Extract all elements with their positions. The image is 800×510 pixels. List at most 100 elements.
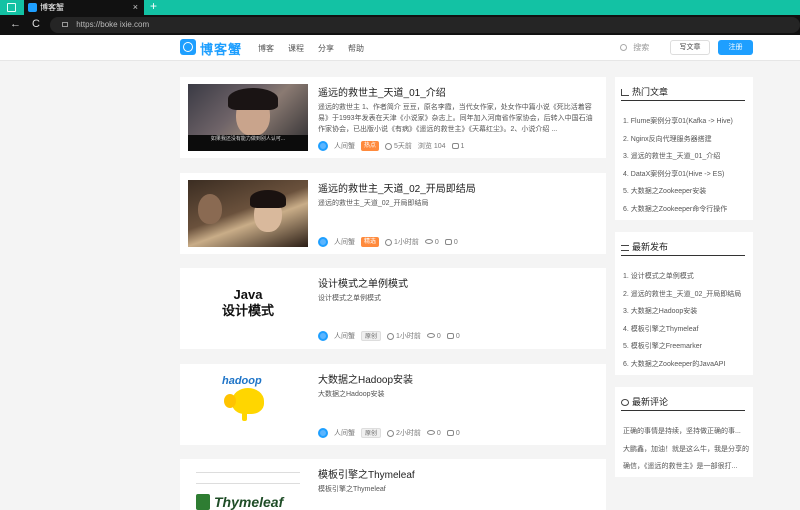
back-icon[interactable]: ← — [10, 18, 21, 30]
url-field[interactable]: https://boke ixie.com — [50, 17, 800, 33]
reload-icon[interactable]: C — [32, 18, 40, 30]
eye-icon — [424, 239, 433, 245]
window-menu-icon[interactable] — [7, 3, 16, 12]
logo-icon[interactable] — [180, 39, 196, 55]
latest-comments-panel: 最新评论 正确的事情是持续，坚持做正确的事... 大鹏鑫，加油！就是这么牛，我是… — [615, 387, 753, 477]
list-item[interactable]: 大鹏鑫，加油！就是这么牛，我是分享的... — [623, 441, 749, 459]
comment-icon — [451, 142, 459, 149]
divider — [621, 255, 745, 256]
author-name[interactable]: 人间蟹 — [334, 237, 355, 247]
thumbnail-figure — [198, 194, 222, 224]
register-button[interactable]: 注册 — [718, 40, 753, 55]
list-item[interactable]: 2. 遥远的救世主_天道_02_开局即结局 — [623, 286, 749, 304]
list-item[interactable]: 4. 模板引擎之Thymeleaf — [623, 321, 749, 339]
article-title[interactable]: 遥远的救世主_天道_01_介绍 — [318, 84, 446, 99]
eye-icon — [426, 333, 435, 339]
panel-title: 热门文章 — [621, 85, 668, 98]
article-title[interactable]: 遥远的救世主_天道_02_开局即结局 — [318, 180, 476, 195]
list-item[interactable]: 6. 大数据之Zookeeper的JavaAPI — [623, 356, 749, 374]
panel-title: 最新评论 — [621, 395, 668, 408]
status-badge: 精选 — [361, 237, 380, 247]
article-card[interactable]: hadoop 大数据之Hadoop安装 大数据之Hadoop安装 人间蟹 原创 … — [180, 364, 606, 445]
article-thumbnail[interactable]: Thymeleaf — [188, 466, 308, 510]
list-item[interactable]: 确信，《遥远的救世主》是一部很打... — [623, 458, 749, 476]
logo-text[interactable]: 博客蟹 — [200, 39, 242, 58]
article-card[interactable]: Thymeleaf 模板引擎之Thymeleaf 模板引擎之Thymeleaf — [180, 459, 606, 510]
hadoop-logo-text: hadoop — [222, 375, 262, 387]
status-badge: 热点 — [361, 141, 380, 151]
avatar[interactable] — [318, 237, 328, 247]
list-item[interactable]: 正确的事情是持续，坚持做正确的事... — [623, 423, 749, 441]
list-item[interactable]: 2. Nginx反向代理服务器搭建 — [623, 131, 749, 149]
list-icon — [621, 244, 629, 251]
list-item[interactable]: 4. DataX案例分享01(Hive -> ES) — [623, 166, 749, 184]
article-thumbnail[interactable]: 如果我还没有能力做到别人认可... — [188, 84, 308, 151]
status-badge: 原创 — [361, 331, 382, 341]
article-summary: 设计模式之单例模式 — [318, 295, 381, 302]
nav-item-courses[interactable]: 课程 — [288, 43, 304, 54]
eye-icon — [426, 430, 435, 436]
list-item[interactable]: 3. 遥远的救世主_天道_01_介绍 — [623, 148, 749, 166]
nav-item-help[interactable]: 帮助 — [348, 43, 364, 54]
article-time: 1小时前 — [387, 331, 421, 341]
status-badge: 原创 — [361, 428, 382, 438]
new-tab-icon[interactable]: + — [150, 0, 157, 13]
list-item[interactable]: 5. 模板引擎之Freemarker — [623, 338, 749, 356]
bar-chart-icon — [621, 89, 629, 97]
latest-posts-panel: 最新发布 1. 设计模式之单例模式 2. 遥远的救世主_天道_02_开局即结局 … — [615, 232, 753, 375]
clock-icon — [385, 238, 393, 246]
panel-title: 最新发布 — [621, 240, 668, 253]
article-thumbnail[interactable]: hadoop — [188, 371, 308, 438]
comment-icon — [446, 332, 454, 339]
article-views: 0 — [426, 333, 441, 340]
article-comments: 0 — [446, 332, 460, 340]
thumbnail-hair — [228, 88, 278, 110]
favicon-icon — [28, 3, 37, 12]
list-item[interactable]: 3. 大数据之Hadoop安装 — [623, 303, 749, 321]
thumbnail-hair — [250, 190, 286, 208]
article-comments: 0 — [444, 238, 458, 246]
latest-posts-list: 1. 设计模式之单例模式 2. 遥远的救世主_天道_02_开局即结局 3. 大数… — [623, 268, 749, 373]
article-comments: 1 — [451, 142, 464, 150]
browser-tab[interactable]: 博客蟹 × — [24, 0, 144, 15]
article-views: 0 — [426, 430, 441, 437]
thumbnail-text: Java 设计模式 — [221, 287, 274, 318]
latest-comments-list: 正确的事情是持续，坚持做正确的事... 大鹏鑫，加油！就是这么牛，我是分享的..… — [623, 423, 749, 476]
close-tab-icon[interactable]: × — [133, 0, 138, 15]
search-placeholder: 搜索 — [633, 43, 650, 52]
address-bar-row: ← C https://boke ixie.com — [0, 15, 800, 35]
article-title[interactable]: 设计模式之单例模式 — [318, 275, 408, 290]
thumbnail-decoration — [196, 472, 300, 484]
search-input[interactable]: 搜索 — [620, 42, 649, 53]
clock-icon — [387, 332, 395, 340]
list-item[interactable]: 6. 大数据之Zookeeper命令行操作 — [623, 201, 749, 219]
nav-item-share[interactable]: 分享 — [318, 43, 334, 54]
author-name[interactable]: 人间蟹 — [334, 331, 355, 341]
avatar[interactable] — [318, 141, 328, 151]
main-nav: 博客 课程 分享 帮助 — [258, 43, 364, 54]
author-name[interactable]: 人间蟹 — [334, 141, 355, 151]
lock-icon — [62, 22, 68, 28]
comment-icon — [444, 238, 452, 245]
article-card[interactable]: 遥远的救世主_天道_02_开局即结局 遥远的救世主_天道_02_开局即结局 人间… — [180, 173, 606, 254]
article-meta: 人间蟹 原创 1小时前 0 0 — [318, 331, 460, 341]
clock-icon — [385, 142, 393, 150]
thumbnail-subtitle: 如果我还没有能力做到别人认可... — [188, 135, 308, 151]
article-thumbnail[interactable]: Java 设计模式 — [188, 275, 308, 342]
article-card[interactable]: 如果我还没有能力做到别人认可... 遥远的救世主_天道_01_介绍 遥远的救世主… — [180, 77, 606, 158]
list-item[interactable]: 1. Flume案例分享01(Kafka -> Hive) — [623, 113, 749, 131]
article-title[interactable]: 模板引擎之Thymeleaf — [318, 466, 415, 481]
article-comments: 0 — [446, 430, 460, 437]
avatar[interactable] — [318, 331, 328, 341]
avatar[interactable] — [318, 428, 328, 438]
write-article-button[interactable]: 写文章 — [670, 40, 710, 55]
thymeleaf-logo-text: Thymeleaf — [214, 494, 284, 510]
article-thumbnail[interactable] — [188, 180, 308, 247]
hot-articles-list: 1. Flume案例分享01(Kafka -> Hive) 2. Nginx反向… — [623, 113, 749, 218]
nav-item-blog[interactable]: 博客 — [258, 43, 274, 54]
author-name[interactable]: 人间蟹 — [334, 428, 355, 438]
article-card[interactable]: Java 设计模式 设计模式之单例模式 设计模式之单例模式 人间蟹 原创 1小时… — [180, 268, 606, 349]
article-title[interactable]: 大数据之Hadoop安装 — [318, 371, 413, 386]
list-item[interactable]: 1. 设计模式之单例模式 — [623, 268, 749, 286]
list-item[interactable]: 5. 大数据之Zookeeper安装 — [623, 183, 749, 201]
